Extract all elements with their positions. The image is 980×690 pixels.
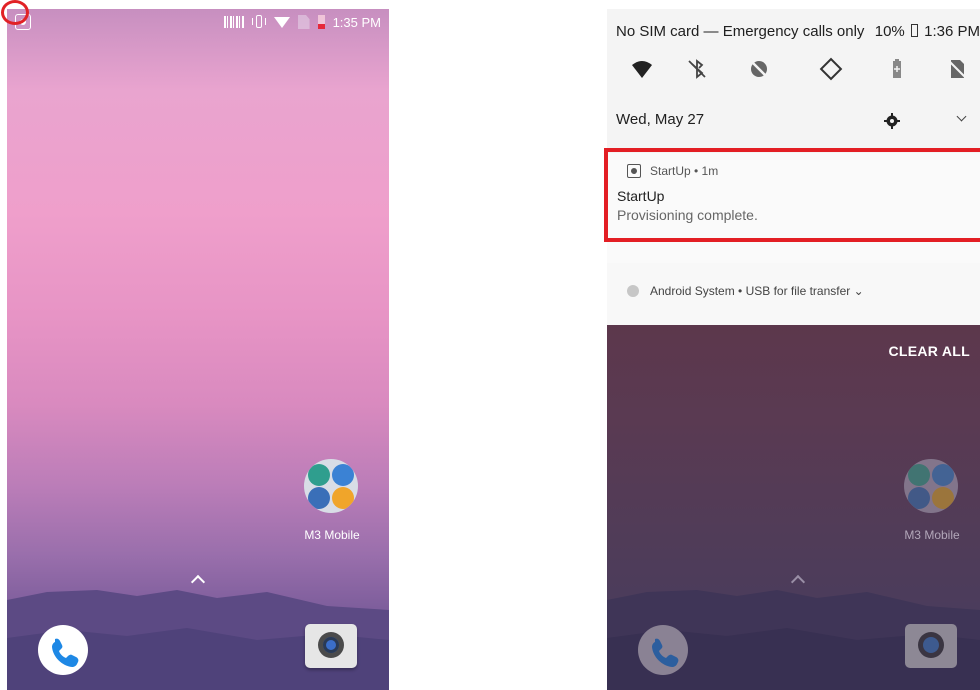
wifi-icon [273, 16, 290, 28]
bluetooth-off-icon[interactable] [685, 57, 709, 81]
carrier-status: No SIM card — Emergency calls only [616, 23, 865, 40]
battery-saver-icon[interactable] [885, 57, 909, 81]
barcode-icon [223, 16, 244, 28]
vibrate-icon [251, 15, 266, 29]
auto-rotate-icon[interactable] [819, 57, 843, 81]
data-saver-icon[interactable] [747, 57, 771, 81]
system-notification[interactable]: Android System • USB for file transfer ⌄ [607, 263, 980, 325]
wifi-icon[interactable] [630, 57, 654, 81]
phone-icon [652, 638, 679, 667]
home-screen-left: 1:35 PM M3 Mobile [7, 9, 389, 690]
clear-all-button[interactable]: CLEAR ALL [888, 343, 970, 359]
status-right: 10% 1:36 PM [875, 23, 980, 40]
highlight-circle [1, 0, 29, 25]
chevron-down-icon[interactable] [956, 111, 967, 122]
battery-icon [317, 15, 325, 29]
camera-app-icon[interactable] [305, 624, 357, 668]
highlight-box [604, 148, 980, 242]
quick-settings-panel: No SIM card — Emergency calls only 10% 1… [607, 9, 980, 153]
phone-app-icon[interactable] [638, 625, 688, 675]
no-sim-icon [297, 15, 310, 29]
quick-settings-tiles [607, 57, 980, 89]
status-icons: 1:35 PM [223, 13, 381, 31]
folder-label: M3 Mobile [904, 528, 960, 542]
m3-mobile-folder-icon[interactable] [304, 459, 358, 513]
phone-icon [52, 638, 79, 667]
clock: 1:36 PM [924, 23, 980, 40]
gear-icon[interactable] [884, 113, 900, 129]
date-label: Wed, May 27 [616, 111, 705, 128]
phone-app-icon[interactable] [38, 625, 88, 675]
android-system-icon [627, 285, 639, 297]
status-bar[interactable]: 1:35 PM [7, 9, 389, 37]
notification-shade-screen: No SIM card — Emergency calls only 10% 1… [607, 9, 980, 690]
clock: 1:35 PM [332, 14, 381, 30]
m3-mobile-folder-icon[interactable] [904, 459, 958, 513]
battery-percent: 10% [874, 23, 905, 40]
no-sim-icon[interactable] [945, 57, 969, 81]
camera-app-icon[interactable] [905, 624, 957, 668]
system-notification-text: Android System • USB for file transfer ⌄ [650, 284, 864, 298]
battery-icon [910, 24, 918, 37]
folder-label: M3 Mobile [304, 528, 360, 542]
